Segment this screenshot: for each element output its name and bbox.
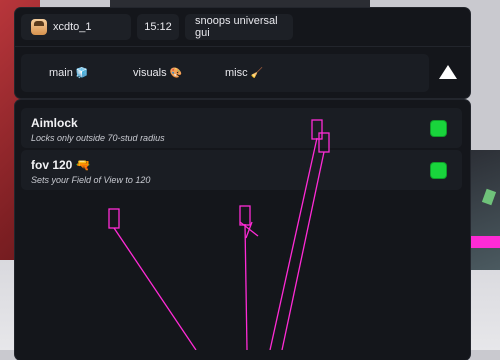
tab-misc-label: misc	[225, 67, 248, 79]
username-label: xcdto_1	[53, 21, 92, 33]
tab-visuals[interactable]: visuals 🎨	[133, 54, 182, 92]
time-label: 15:12	[144, 21, 172, 33]
pink-strip	[470, 236, 500, 248]
tab-visuals-label: visuals	[133, 67, 167, 79]
tab-main[interactable]: main 🧊	[49, 54, 88, 92]
options-panel: Aimlock Locks only outside 70-stud radiu…	[15, 100, 470, 360]
option-description: Locks only outside 70-stud radius	[31, 133, 165, 143]
option-title: Aimlock	[31, 116, 78, 130]
tab-main-label: main	[49, 67, 73, 79]
tab-bar: main 🧊 visuals 🎨 misc 🧹	[21, 54, 429, 92]
dark-structure	[470, 150, 500, 270]
fov-toggle[interactable]	[431, 163, 446, 178]
option-aimlock[interactable]: Aimlock Locks only outside 70-stud radiu…	[21, 108, 462, 148]
option-title: fov 120 🔫	[31, 158, 91, 172]
header-divider	[15, 46, 470, 47]
avatar	[31, 19, 47, 35]
time-chip: 15:12	[137, 14, 179, 40]
ice-cube-icon: 🧊	[75, 67, 89, 79]
broom-icon: 🧹	[250, 67, 264, 79]
tab-misc[interactable]: misc 🧹	[225, 54, 263, 92]
game-top-hud	[110, 0, 370, 8]
user-chip: xcdto_1	[21, 14, 131, 40]
header-panel: xcdto_1 15:12 snoops universal gui main …	[15, 8, 470, 98]
palette-icon: 🎨	[169, 67, 183, 79]
info-row: xcdto_1 15:12 snoops universal gui	[21, 14, 293, 40]
aimlock-toggle[interactable]	[431, 121, 446, 136]
collapse-button[interactable]	[438, 62, 458, 82]
option-description: Sets your Field of View to 120	[31, 175, 151, 185]
triangle-up-icon	[439, 65, 457, 79]
title-chip: snoops universal gui	[185, 14, 293, 40]
option-fov[interactable]: fov 120 🔫 Sets your Field of View to 120	[21, 150, 462, 190]
gui-title: snoops universal gui	[195, 15, 278, 39]
